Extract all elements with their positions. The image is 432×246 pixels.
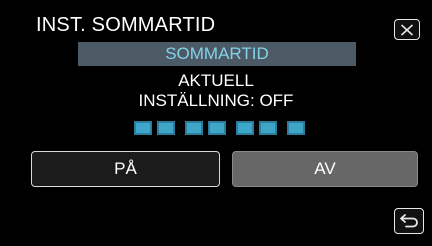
on-button[interactable]: PÅ	[31, 151, 220, 187]
progress-segment	[236, 121, 254, 135]
page-title: INST. SOMMARTID	[36, 14, 216, 36]
progress-segment	[185, 121, 203, 135]
progress-indicator	[134, 121, 305, 135]
off-button-label: AV	[314, 159, 336, 178]
current-setting-text: AKTUELL INSTÄLLNING: OFF	[0, 71, 432, 111]
setting-label: SOMMARTID	[165, 44, 269, 63]
progress-segment	[259, 121, 277, 135]
setting-name-bar: SOMMARTID	[78, 42, 356, 66]
progress-segment	[287, 121, 305, 135]
close-button[interactable]	[394, 19, 420, 40]
back-button[interactable]	[394, 208, 424, 234]
progress-segment	[157, 121, 175, 135]
current-setting-line1: AKTUELL	[178, 71, 254, 90]
off-button[interactable]: AV	[232, 151, 418, 187]
progress-segment	[208, 121, 226, 135]
current-setting-line2: INSTÄLLNING: OFF	[138, 91, 294, 110]
on-button-label: PÅ	[114, 159, 137, 178]
close-icon	[400, 23, 414, 36]
dst-settings-screen: INST. SOMMARTID SOMMARTID AKTUELL INSTÄL…	[0, 0, 432, 246]
progress-segment	[134, 121, 152, 135]
back-arrow-icon	[400, 214, 418, 228]
